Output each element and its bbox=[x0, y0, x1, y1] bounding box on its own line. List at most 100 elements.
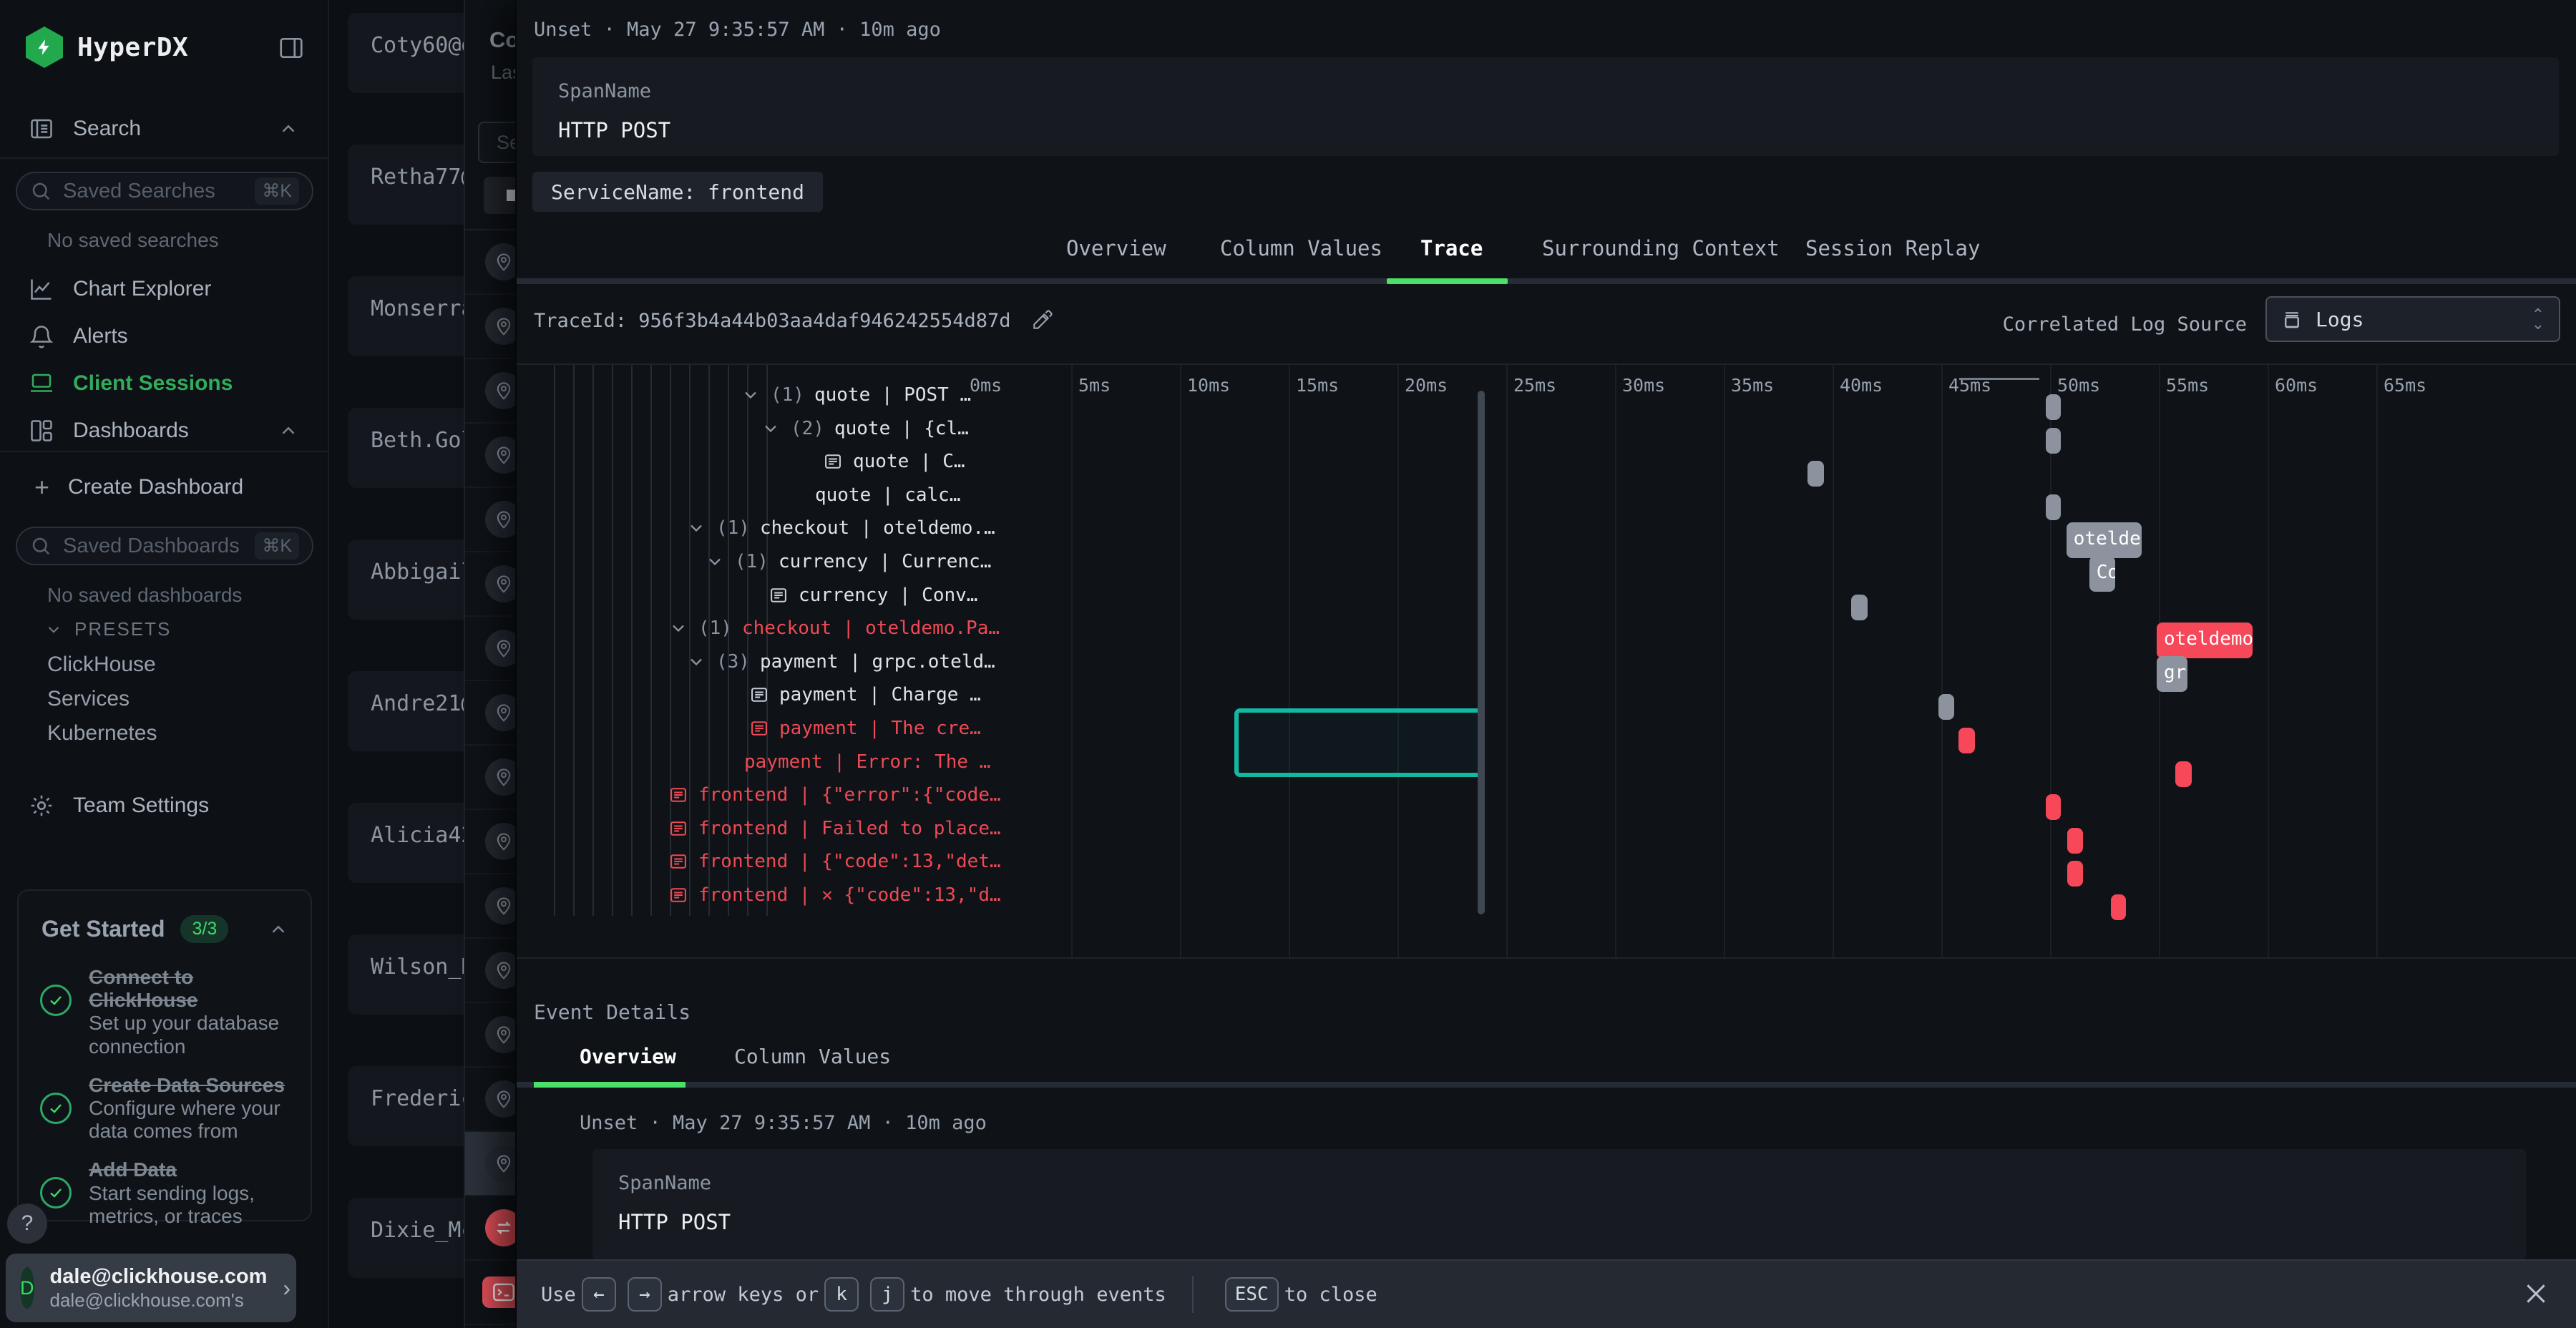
span-duration-bar[interactable]: oteldemo. bbox=[2067, 522, 2142, 558]
preset-item-clickhouse[interactable]: ClickHouse bbox=[47, 653, 156, 677]
create-dashboard-button[interactable]: + Create Dashboard bbox=[34, 472, 243, 502]
session-event-row[interactable] bbox=[465, 1132, 515, 1196]
span-duration-bar[interactable] bbox=[2046, 428, 2061, 454]
tab-column-values[interactable]: Column Values bbox=[1220, 236, 1382, 272]
chevron-down-icon[interactable] bbox=[668, 618, 688, 638]
span-duration-bar[interactable] bbox=[2046, 794, 2061, 820]
session-event-row[interactable] bbox=[465, 810, 515, 874]
sidebar-item-search[interactable]: Search bbox=[0, 106, 329, 152]
sidebar-item-dashboards[interactable]: Dashboards bbox=[0, 408, 329, 454]
span-duration-bar[interactable] bbox=[2111, 894, 2126, 920]
sidebar-collapse-icon[interactable] bbox=[278, 34, 305, 62]
log-source-select[interactable]: Logs ⌃⌄ bbox=[2265, 296, 2560, 342]
span-duration-bar[interactable] bbox=[1958, 728, 1975, 753]
session-card[interactable]: Coty60@g bbox=[348, 13, 464, 93]
preset-item-services[interactable]: Services bbox=[47, 687, 130, 711]
session-event-row[interactable] bbox=[465, 939, 515, 1003]
tree-scrollbar[interactable] bbox=[1478, 391, 1485, 914]
sidebar-item-client-sessions[interactable]: Client Sessions bbox=[0, 361, 329, 406]
sidebar-item-team-settings[interactable]: Team Settings bbox=[0, 783, 329, 829]
session-event-row[interactable] bbox=[465, 1068, 515, 1132]
chevron-down-icon[interactable] bbox=[686, 652, 706, 672]
service-name-chip[interactable]: ServiceName: frontend bbox=[532, 172, 823, 212]
trace-span-row[interactable]: frontend | ✕ {"code":13,"d… bbox=[668, 879, 1001, 912]
trace-span-row[interactable]: payment | The cre… bbox=[749, 712, 981, 745]
user-account-chip[interactable]: D dale@clickhouse.com dale@clickhouse.co… bbox=[6, 1254, 296, 1322]
session-event-row[interactable] bbox=[465, 874, 515, 939]
session-event-row[interactable] bbox=[465, 1261, 515, 1325]
session-event-row[interactable] bbox=[465, 359, 515, 424]
session-card[interactable]: Dixie_Mc bbox=[348, 1198, 464, 1278]
presets-toggle[interactable]: PRESETS bbox=[44, 618, 171, 640]
trace-span-row[interactable]: frontend | Failed to place… bbox=[668, 812, 1001, 845]
session-card[interactable]: Abbigail bbox=[348, 540, 464, 620]
span-duration-bar[interactable] bbox=[2175, 761, 2192, 787]
span-duration-bar[interactable] bbox=[2046, 394, 2061, 420]
trace-span-row[interactable]: quote | C… bbox=[823, 445, 965, 478]
trace-span-row[interactable]: (3)payment | grpc.oteld… bbox=[686, 645, 995, 678]
session-events-search-input[interactable]: Sea bbox=[478, 122, 515, 163]
session-event-row[interactable] bbox=[465, 746, 515, 810]
session-event-row[interactable] bbox=[465, 295, 515, 359]
session-card[interactable]: Beth.Gol bbox=[348, 408, 464, 488]
get-started-item[interactable]: Create Data SourcesConfigure where your … bbox=[19, 1058, 311, 1143]
span-duration-bar[interactable] bbox=[1851, 595, 1868, 620]
span-duration-bar[interactable]: grp bbox=[2157, 656, 2187, 692]
tab-surrounding-context[interactable]: Surrounding Context bbox=[1542, 236, 1780, 272]
event-details-tab-overview[interactable]: Overview bbox=[580, 1045, 676, 1076]
session-event-row[interactable] bbox=[465, 230, 515, 295]
session-card[interactable]: Wilson_H bbox=[348, 934, 464, 1015]
saved-dashboards-input[interactable]: Saved Dashboards ⌘K bbox=[16, 527, 313, 565]
tab-session-replay[interactable]: Session Replay bbox=[1805, 236, 1980, 272]
trace-span-row[interactable]: frontend | {"code":13,"det… bbox=[668, 845, 1001, 878]
span-duration-bar[interactable] bbox=[1807, 461, 1824, 487]
chevron-down-icon[interactable] bbox=[686, 518, 706, 538]
session-card[interactable]: Retha77@ bbox=[348, 145, 464, 225]
trace-span-row[interactable]: (1)currency | Currenc… bbox=[705, 545, 991, 578]
get-started-item[interactable]: Connect to ClickHouseSet up your databas… bbox=[19, 950, 311, 1058]
chevron-down-icon[interactable] bbox=[741, 385, 761, 405]
sidebar-item-alerts[interactable]: Alerts bbox=[0, 313, 329, 359]
session-event-row[interactable] bbox=[465, 488, 515, 552]
session-filter-button[interactable] bbox=[484, 177, 515, 214]
tab-overview[interactable]: Overview bbox=[1066, 236, 1166, 272]
session-card[interactable]: Alicia42 bbox=[348, 803, 464, 883]
session-card[interactable]: Andre21@ bbox=[348, 671, 464, 751]
session-event-row[interactable] bbox=[465, 424, 515, 488]
session-card[interactable]: Frederic bbox=[348, 1066, 464, 1146]
chevron-down-icon[interactable] bbox=[761, 419, 781, 439]
saved-searches-input[interactable]: Saved Searches ⌘K bbox=[16, 172, 313, 210]
session-event-row[interactable] bbox=[465, 1003, 515, 1068]
help-button[interactable]: ? bbox=[7, 1204, 47, 1244]
close-icon[interactable] bbox=[2522, 1279, 2550, 1308]
trace-span-row[interactable]: payment | Error: The … bbox=[744, 746, 990, 778]
span-duration-bar[interactable] bbox=[2067, 861, 2082, 887]
preset-item-kubernetes[interactable]: Kubernetes bbox=[47, 721, 157, 746]
span-duration-bar[interactable] bbox=[2067, 828, 2082, 854]
span-duration-bar[interactable] bbox=[2046, 494, 2061, 520]
trace-span-row[interactable]: payment | Charge … bbox=[749, 678, 981, 711]
trace-span-row[interactable]: frontend | {"error":{"code… bbox=[668, 778, 1001, 811]
chevron-up-icon[interactable] bbox=[278, 420, 299, 441]
session-event-row[interactable] bbox=[465, 617, 515, 681]
span-duration-bar[interactable]: Co bbox=[2089, 556, 2115, 592]
session-card[interactable]: Monserra bbox=[348, 276, 464, 356]
trace-span-row[interactable]: (2)quote | {cl… bbox=[761, 412, 969, 445]
edit-pencil-icon[interactable] bbox=[1030, 309, 1053, 332]
session-event-row[interactable] bbox=[465, 552, 515, 617]
sidebar-item-chart-explorer[interactable]: Chart Explorer bbox=[0, 266, 329, 312]
get-started-item[interactable]: Add DataStart sending logs, metrics, or … bbox=[19, 1143, 311, 1228]
event-details-tab-column-values[interactable]: Column Values bbox=[734, 1045, 891, 1076]
span-duration-bar[interactable] bbox=[1938, 694, 1954, 720]
trace-span-row[interactable]: (1)quote | POST … bbox=[741, 379, 971, 411]
chevron-down-icon[interactable] bbox=[705, 552, 725, 572]
chevron-up-icon[interactable] bbox=[268, 919, 289, 940]
tab-trace[interactable]: Trace bbox=[1420, 236, 1483, 272]
trace-span-row[interactable]: (1)checkout | oteldemo.… bbox=[686, 512, 995, 545]
trace-span-row[interactable]: quote | calc… bbox=[815, 479, 961, 512]
trace-span-row[interactable]: (1)checkout | oteldemo.Pa… bbox=[668, 612, 1000, 645]
span-duration-bar[interactable]: oteldemo. bbox=[2157, 622, 2253, 658]
session-event-row[interactable] bbox=[465, 1196, 515, 1261]
trace-span-row[interactable]: currency | Conv… bbox=[769, 579, 977, 612]
chevron-up-icon[interactable] bbox=[278, 118, 299, 140]
